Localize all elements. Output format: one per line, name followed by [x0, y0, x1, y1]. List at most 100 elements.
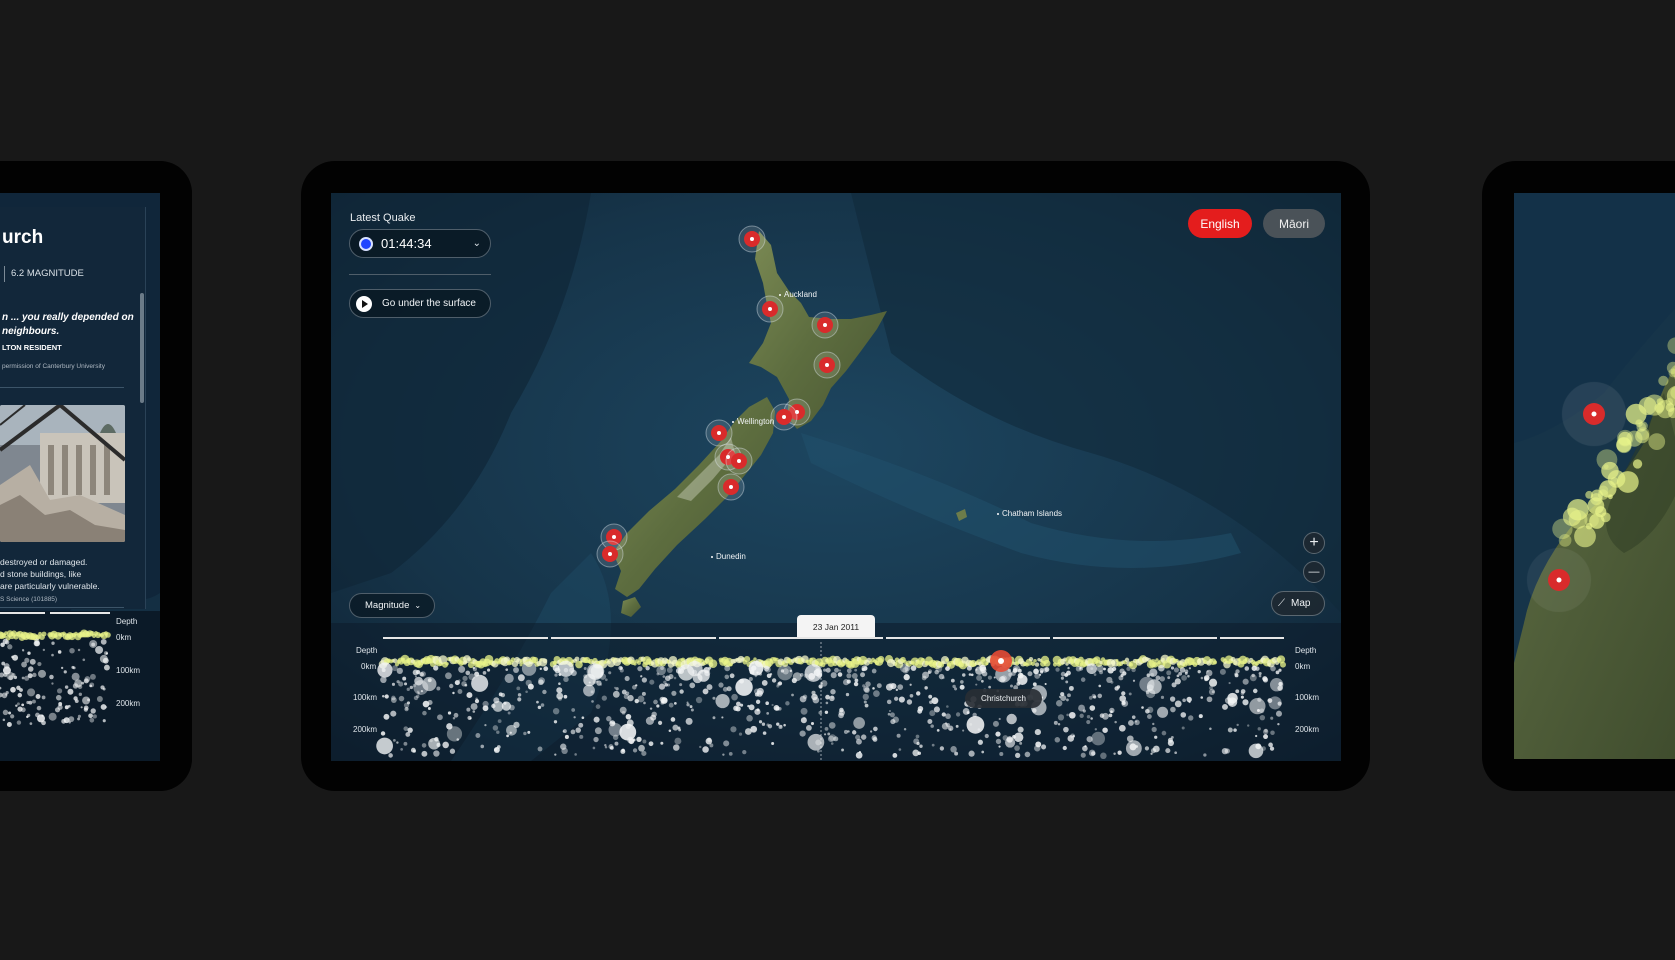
article-quote-line: n ... you really depended on [2, 312, 134, 323]
deep-quake-dot [554, 673, 558, 677]
deep-quake-dot [939, 746, 945, 751]
deep-quake-dot [1263, 734, 1268, 740]
deep-quake-dot [1098, 684, 1102, 688]
divider [0, 607, 124, 608]
deep-quake-dot [26, 700, 30, 705]
deep-quake-dot [442, 741, 449, 749]
deep-quake-dot [662, 675, 666, 678]
deep-quake-dot [380, 731, 386, 736]
zoomed-map[interactable] [1514, 193, 1675, 759]
deep-quake-dot [554, 753, 557, 756]
deep-quake-dot [1255, 734, 1258, 738]
deep-quake-dot [1044, 682, 1047, 686]
deep-quake-dot [1256, 709, 1260, 712]
deep-quake-dot [621, 748, 625, 752]
deep-quake-dot [758, 720, 763, 724]
deep-quake-dot [1179, 667, 1186, 673]
deep-quake-dot [377, 662, 393, 678]
deep-quake-dot [748, 677, 753, 681]
latest-quake-time: 01:44:34 [381, 236, 432, 251]
deep-quake-dot [1233, 728, 1237, 732]
deep-quake-dot [853, 717, 865, 729]
deep-quake-dot [1182, 698, 1186, 703]
map-toggle-button[interactable]: ⟋ Map [1271, 591, 1325, 616]
deep-quake-dot [915, 734, 920, 739]
magnitude-filter-label: Magnitude [365, 600, 410, 611]
deep-quake-dot [1119, 668, 1125, 674]
deep-quake-dot [1261, 746, 1266, 751]
deep-quake-dot [945, 713, 951, 720]
tablet-left-bezel [160, 161, 192, 791]
deep-quake-dot [909, 683, 912, 686]
deep-quake-dot [1100, 752, 1107, 760]
zoom-out-button[interactable]: — [1303, 561, 1325, 583]
deep-quake-dot [1024, 751, 1031, 758]
deep-quake-dot [57, 704, 63, 710]
deep-quake-dot [1181, 674, 1187, 681]
deep-quake-dot [1184, 671, 1188, 675]
deep-quake-dot [583, 667, 587, 671]
deep-quake-dot [686, 703, 690, 707]
deep-quake-dot [827, 732, 831, 736]
deep-quake-dot [954, 687, 958, 691]
deep-quake-dot [540, 703, 545, 707]
deep-quake-dot [663, 680, 667, 684]
deep-quake-dot [621, 711, 626, 715]
deep-quake-dot [1014, 745, 1020, 751]
zoom-in-button[interactable]: + [1303, 532, 1325, 554]
deep-quake-dot [730, 726, 737, 733]
deep-quake-dot [398, 681, 404, 687]
deep-quake-dot [660, 697, 668, 704]
deep-quake-dot [605, 678, 608, 682]
deep-quake-dot [100, 704, 107, 710]
deep-quake-dot [608, 723, 623, 737]
deep-quake-dot [1110, 680, 1114, 684]
language-english-button[interactable]: English [1188, 209, 1252, 238]
deep-quake-dot [1097, 693, 1103, 699]
deep-quake-dot [830, 742, 834, 745]
deep-quake-dot [993, 676, 996, 679]
deep-quake-dot [5, 690, 9, 695]
deep-quake-dot [1174, 700, 1182, 708]
deep-quake-dot [668, 673, 674, 680]
deep-quake-dot [427, 707, 431, 711]
deep-quake-dot [1240, 691, 1245, 696]
deep-quake-dot [706, 684, 713, 691]
deep-quake-dot [1010, 684, 1013, 688]
magnitude-filter-button[interactable]: Magnitude ⌄ [349, 593, 435, 618]
deep-quake-dot [623, 694, 629, 700]
deep-quake-dot [1070, 733, 1076, 739]
shallow-quake-dot [1658, 375, 1669, 386]
deep-quake-dot [966, 715, 985, 734]
deep-quake-dot [414, 675, 417, 678]
deep-quake-dot [846, 668, 852, 674]
deep-quake-dot [1108, 713, 1113, 718]
article-title: urch [2, 227, 44, 248]
deep-quake-dot [755, 699, 761, 704]
deep-quake-dot [409, 685, 414, 690]
deep-quake-dot [376, 737, 393, 755]
deep-quake-dot [718, 682, 724, 688]
deep-quake-dot [791, 693, 794, 697]
depth-timeline[interactable]: Depth 0km 100km 200km Depth 0km 100km 20… [331, 636, 1341, 761]
deep-quake-dot [1068, 711, 1076, 719]
timeline-date-tab[interactable]: 23 Jan 2011 [797, 615, 875, 638]
deep-quake-dot [776, 684, 780, 688]
deep-quake-dot [64, 705, 69, 710]
quake-marker-center [737, 459, 741, 463]
left-depth-timeline[interactable]: Depth 0km 100km 200km [0, 611, 160, 761]
deep-quake-dot [32, 672, 37, 678]
latest-quake-select[interactable]: 01:44:34 ⌄ [349, 229, 491, 258]
deep-quake-dot [1152, 722, 1155, 726]
article-scrollbar[interactable] [140, 293, 144, 403]
deep-quake-dot [895, 688, 899, 692]
deep-quake-dot [702, 688, 709, 695]
deep-quake-dot [497, 719, 502, 724]
deep-quake-dot [1160, 695, 1165, 699]
deep-quake-dot [1240, 695, 1244, 699]
deep-quake-dot [457, 689, 463, 694]
go-under-surface-button[interactable]: Go under the surface [349, 289, 491, 318]
deep-quake-dot [388, 753, 393, 758]
language-maori-button[interactable]: Māori [1263, 209, 1325, 238]
shallow-quake-dot [708, 659, 718, 668]
